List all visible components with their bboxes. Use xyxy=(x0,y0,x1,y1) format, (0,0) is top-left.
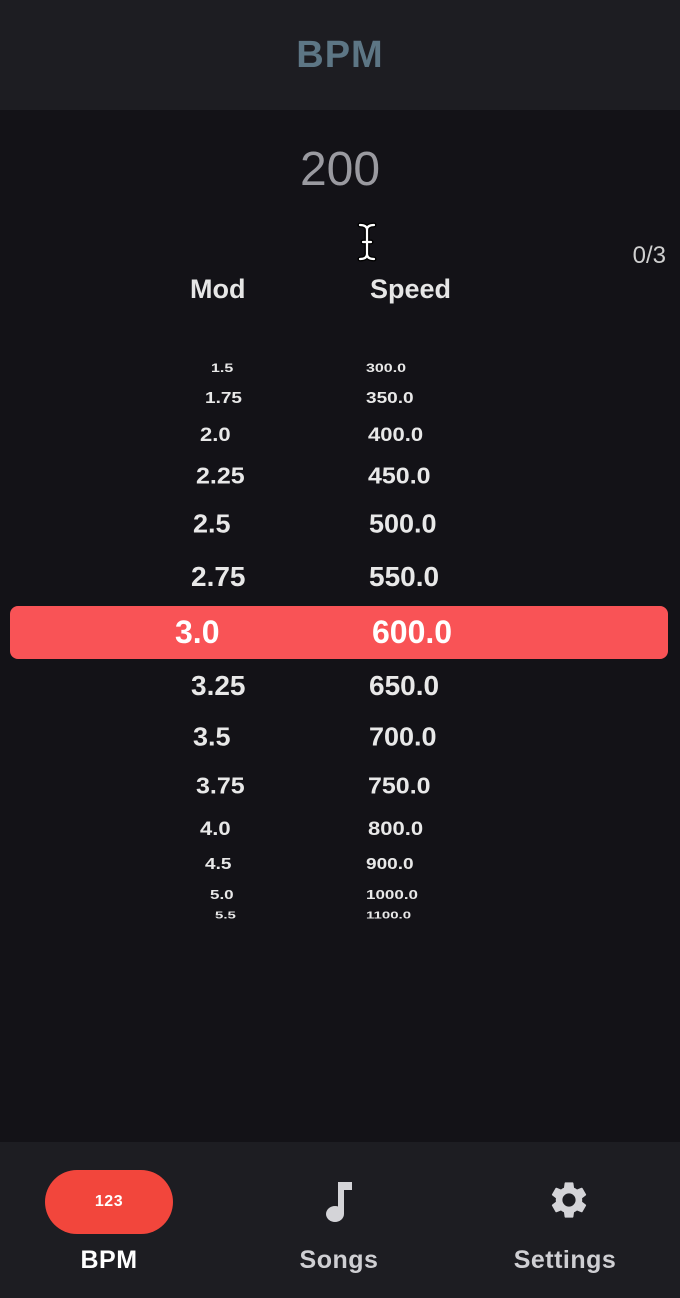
speed-value: 500.0 xyxy=(369,509,437,539)
mod-value: 4.5 xyxy=(205,855,232,874)
page-title: BPM xyxy=(296,33,384,76)
selected-speed-value: 600.0 xyxy=(372,614,453,650)
bottom-tab-bar: 123 BPM Songs Settings xyxy=(0,1142,680,1298)
speed-value: 550.0 xyxy=(369,561,440,592)
mod-value: 5.5 xyxy=(215,909,236,922)
mod-value: 4.0 xyxy=(200,817,231,840)
selected-mod-value: 3.0 xyxy=(175,614,220,650)
mod-value: 3.75 xyxy=(196,773,245,800)
mod-column-header: Mod xyxy=(190,274,246,304)
match-counter: 0/3 xyxy=(632,242,666,269)
speed-value: 650.0 xyxy=(369,670,440,701)
picker-row[interactable]: 3.25 650.0 xyxy=(0,670,680,710)
mod-value: 2.5 xyxy=(193,509,231,539)
mod-value: 5.0 xyxy=(210,887,234,902)
picker-row[interactable]: 2.25 450.0 xyxy=(0,462,680,502)
picker-row[interactable]: 5.5 1100.0 xyxy=(0,909,680,923)
tab-songs-label: Songs xyxy=(299,1246,379,1274)
header: BPM xyxy=(0,0,680,110)
picker-row[interactable]: 2.75 550.0 xyxy=(0,561,680,601)
tab-bpm-label: BPM xyxy=(80,1246,138,1274)
picker-row[interactable]: 4.0 800.0 xyxy=(0,816,680,856)
numbers-icon: 123 xyxy=(94,1193,124,1210)
speed-value: 350.0 xyxy=(366,389,414,408)
mod-value: 2.75 xyxy=(191,561,246,592)
speed-value: 400.0 xyxy=(368,423,424,446)
speed-value: 1000.0 xyxy=(366,887,418,902)
speed-value: 450.0 xyxy=(368,463,431,490)
tab-bpm[interactable]: 123 BPM xyxy=(0,1142,226,1298)
mod-value: 3.5 xyxy=(193,722,231,752)
music-note-icon xyxy=(326,1182,352,1222)
mod-value: 1.75 xyxy=(205,389,242,408)
speed-column-header: Speed xyxy=(370,274,452,304)
mod-value: 2.25 xyxy=(196,463,245,490)
speed-value: 700.0 xyxy=(369,722,437,752)
app: BPM 200 0/3 Mod Speed 1.5 300.0 1.75 350… xyxy=(0,0,680,1298)
speed-value: 750.0 xyxy=(368,773,431,800)
text-cursor-icon xyxy=(357,222,377,262)
picker-row[interactable]: 2.0 400.0 xyxy=(0,422,680,462)
speed-value: 1100.0 xyxy=(366,909,412,922)
selected-row[interactable]: 3.0 600.0 xyxy=(10,606,668,659)
picker-row[interactable]: 3.75 750.0 xyxy=(0,772,680,812)
active-tab-indicator: 123 xyxy=(45,1170,173,1234)
mod-value: 3.25 xyxy=(191,670,246,701)
speed-value: 300.0 xyxy=(366,362,407,375)
bpm-input[interactable]: 200 xyxy=(0,142,680,197)
gear-icon xyxy=(551,1182,587,1218)
mod-value: 1.5 xyxy=(211,362,234,375)
picker-row[interactable]: 3.5 700.0 xyxy=(0,722,680,762)
speed-value: 800.0 xyxy=(368,817,424,840)
tab-settings-label: Settings xyxy=(513,1246,617,1274)
mod-value: 2.0 xyxy=(200,423,231,446)
speed-value: 900.0 xyxy=(366,855,414,874)
picker-row[interactable]: 2.5 500.0 xyxy=(0,509,680,549)
tab-settings[interactable]: Settings xyxy=(454,1142,680,1298)
tab-songs[interactable]: Songs xyxy=(226,1142,452,1298)
